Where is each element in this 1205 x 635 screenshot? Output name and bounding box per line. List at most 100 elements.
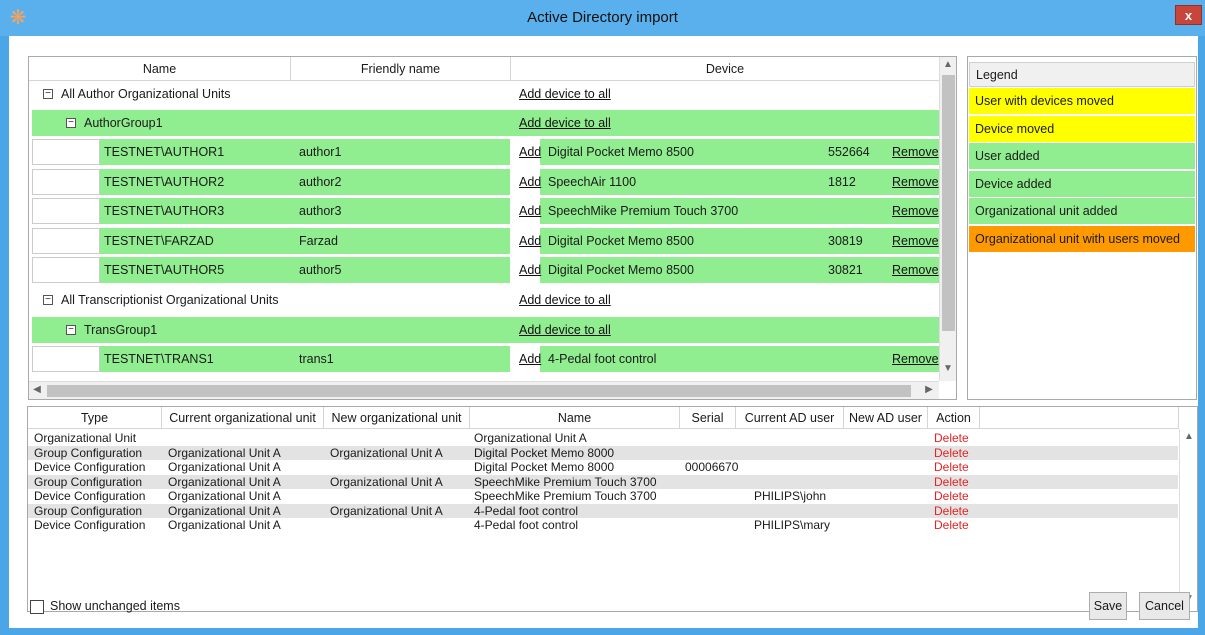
cell-current-ou: Organizational Unit A — [168, 474, 281, 489]
table-row[interactable]: Device Configuration Organizational Unit … — [28, 489, 1178, 504]
user-name: TESTNET\AUTHOR3 — [104, 204, 225, 218]
legend-item: User added — [969, 143, 1195, 170]
scroll-thumb[interactable] — [47, 385, 911, 397]
friendly-name: trans1 — [299, 352, 334, 366]
column-header[interactable]: Current organizational unit — [162, 407, 324, 429]
remove-device-link[interactable]: Remove — [892, 139, 939, 165]
tree-rows: − All Author Organizational Units Add de… — [29, 81, 939, 381]
title-bar: ❋ Active Directory import x — [0, 0, 1205, 36]
scroll-right-icon[interactable]: ▶ — [921, 384, 937, 395]
add-device-link[interactable]: Add — [519, 169, 541, 195]
cell-name: 4-Pedal foot control — [474, 503, 579, 518]
column-header[interactable]: New organizational unit — [324, 407, 470, 429]
tree-horizontal-scrollbar[interactable]: ◀ ▶ — [29, 381, 939, 399]
collapse-icon[interactable]: − — [43, 89, 53, 99]
column-header-friendly-name[interactable]: Friendly name — [291, 57, 511, 81]
show-unchanged-label[interactable]: Show unchanged items — [50, 599, 180, 613]
remove-device-link[interactable]: Remove — [892, 257, 939, 283]
cell-current-user: PHILIPS\mary — [754, 518, 831, 532]
cell-type: Group Configuration — [34, 503, 143, 518]
column-header[interactable] — [980, 407, 1179, 429]
friendly-name: Farzad — [299, 233, 338, 248]
dialog-body: Name Friendly name Device − All Author O… — [9, 36, 1198, 628]
delete-action[interactable]: Delete — [934, 446, 969, 461]
table-row[interactable]: Device Configuration Organizational Unit … — [28, 460, 1178, 475]
scroll-thumb[interactable] — [942, 75, 955, 331]
cell-name: SpeechMike Premium Touch 3700 — [474, 474, 657, 489]
friendly-name: author3 — [299, 204, 342, 218]
table-row[interactable]: Group Configuration Organizational Unit A… — [28, 503, 1178, 519]
scroll-down-icon[interactable]: ▼ — [940, 363, 956, 374]
add-device-to-all-link[interactable]: Add device to all — [519, 81, 611, 107]
add-device-link[interactable]: Add — [519, 198, 541, 224]
cell-type: Group Configuration — [34, 474, 143, 489]
column-header[interactable]: Type — [28, 407, 162, 429]
changes-vertical-scrollbar[interactable]: ▲ ▼ — [1179, 429, 1197, 611]
remove-device-link[interactable]: Remove — [892, 169, 939, 195]
column-header[interactable]: Name — [470, 407, 680, 429]
legend-item: Device added — [969, 170, 1195, 198]
user-row: TESTNET\AUTHOR2 author2 Add SpeechAir 1100 1… — [32, 168, 939, 195]
delete-action[interactable]: Delete — [934, 489, 969, 504]
collapse-icon[interactable]: − — [66, 118, 76, 128]
add-device-to-all-link[interactable]: Add device to all — [519, 110, 611, 136]
device-serial: 30819 — [828, 233, 863, 248]
column-header[interactable]: Serial — [680, 407, 736, 429]
tree-vertical-scrollbar[interactable]: ▲ ▼ — [939, 57, 956, 381]
user-row: TESTNET\TRANS1 trans1 Add 4-Pedal foot cont… — [32, 346, 939, 372]
delete-action[interactable]: Delete — [934, 460, 969, 475]
remove-device-link[interactable]: Remove — [892, 228, 939, 254]
column-header[interactable]: New AD user — [844, 407, 928, 429]
row-indent — [32, 257, 100, 283]
scroll-up-icon[interactable]: ▲ — [940, 59, 956, 70]
device-serial: 30821 — [828, 263, 863, 277]
table-row[interactable]: Group Configuration Organizational Unit A… — [28, 474, 1178, 490]
close-button[interactable]: x — [1175, 5, 1202, 25]
save-button[interactable]: Save — [1089, 592, 1127, 620]
group-label: All Author Organizational Units — [61, 87, 231, 101]
users-tree-grid: Name Friendly name Device − All Author O… — [28, 56, 957, 400]
add-device-link[interactable]: Add — [519, 228, 541, 254]
cell-current-ou: Organizational Unit A — [168, 503, 281, 518]
cancel-button[interactable]: Cancel — [1139, 592, 1190, 620]
delete-action[interactable]: Delete — [934, 475, 969, 490]
add-device-link[interactable]: Add — [519, 346, 541, 372]
delete-action[interactable]: Delete — [934, 431, 969, 446]
delete-action[interactable]: Delete — [934, 518, 969, 533]
cell-current-ou: Organizational Unit A — [168, 489, 281, 503]
cell-new-ou: Organizational Unit A — [330, 445, 443, 460]
add-device-link[interactable]: Add — [519, 139, 541, 165]
collapse-icon[interactable]: − — [66, 325, 76, 335]
add-device-to-all-link[interactable]: Add device to all — [519, 317, 611, 343]
tree-header: Name Friendly name Device — [29, 57, 939, 81]
legend-panel: Legend User with devices moved Device mov… — [967, 56, 1197, 400]
cell-type: Device Configuration — [34, 489, 146, 503]
device-name: SpeechMike Premium Touch 3700 — [548, 204, 739, 218]
device-name: Digital Pocket Memo 8500 — [548, 145, 694, 159]
legend-item: User with devices moved — [969, 88, 1195, 115]
remove-device-link[interactable]: Remove — [892, 346, 939, 372]
scroll-up-icon[interactable]: ▲ — [1181, 431, 1197, 442]
group-label: All Transcriptionist Organizational Unit… — [61, 293, 279, 307]
group-label: AuthorGroup1 — [84, 116, 163, 130]
column-header[interactable]: Action — [928, 407, 980, 429]
add-device-to-all-link[interactable]: Add device to all — [519, 287, 611, 313]
table-row[interactable]: Organizational Unit Organizational Unit A… — [28, 431, 1178, 446]
column-header-device[interactable]: Device — [511, 57, 939, 81]
add-device-link[interactable]: Add — [519, 257, 541, 283]
column-header-name[interactable]: Name — [29, 57, 291, 81]
table-row[interactable]: Device Configuration Organizational Unit … — [28, 518, 1178, 533]
column-header[interactable]: Current AD user — [736, 407, 844, 429]
cell-type: Device Configuration — [34, 518, 146, 532]
cell-name: Organizational Unit A — [474, 431, 587, 445]
scroll-left-icon[interactable]: ◀ — [29, 384, 45, 395]
remove-device-link[interactable]: Remove — [892, 198, 939, 224]
collapse-icon[interactable]: − — [43, 295, 53, 305]
changes-grid: Type Current organizational unit New organ… — [27, 406, 1198, 612]
group-label: TransGroup1 — [84, 323, 158, 337]
table-row[interactable]: Group Configuration Organizational Unit A… — [28, 445, 1178, 461]
device-name: SpeechAir 1100 — [548, 174, 637, 189]
row-indent — [32, 227, 100, 254]
show-unchanged-checkbox[interactable] — [30, 600, 44, 614]
delete-action[interactable]: Delete — [934, 504, 969, 519]
